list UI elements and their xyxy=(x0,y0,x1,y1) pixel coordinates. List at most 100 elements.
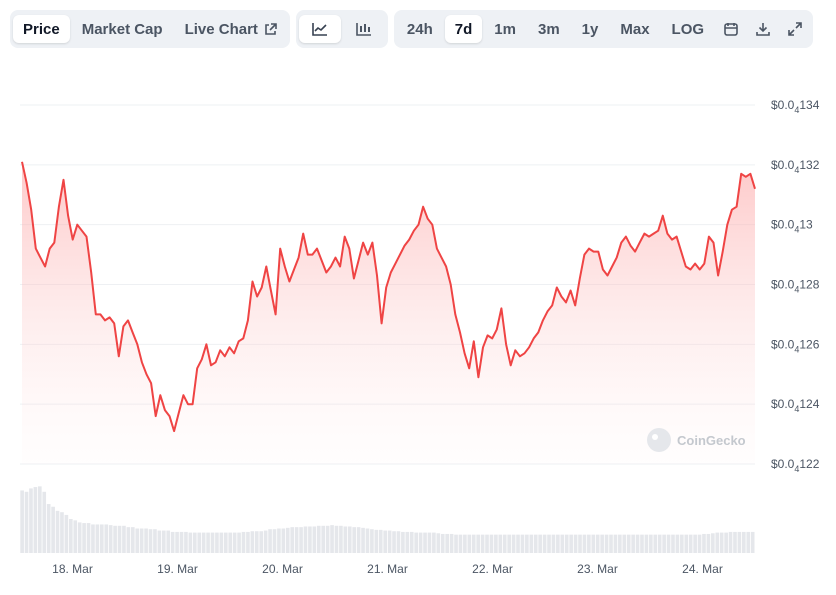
volume-bar xyxy=(91,524,95,553)
volume-bar xyxy=(569,534,573,553)
chart-toolbar: Price Market Cap Live Chart 24h 7d 1m 3m… xyxy=(10,10,814,48)
volume-bar xyxy=(511,534,516,553)
volume-bar xyxy=(370,529,374,553)
volume-bar xyxy=(250,531,255,553)
volume-bar xyxy=(184,531,188,553)
price-area xyxy=(22,161,755,465)
candlestick-chart-button[interactable] xyxy=(343,15,385,43)
download-button[interactable] xyxy=(748,15,778,43)
y-tick-label: $0.04132 xyxy=(771,158,820,175)
volume-bar xyxy=(432,532,436,553)
y-tick-digits: 132 xyxy=(799,158,819,172)
volume-bar xyxy=(77,522,82,553)
volume-bar xyxy=(365,528,370,553)
y-tick-prefix: $0.0 xyxy=(771,278,795,292)
range-3m[interactable]: 3m xyxy=(528,15,570,43)
volume-bar xyxy=(538,534,542,553)
candlestick-chart-icon xyxy=(356,22,372,36)
log-scale-toggle[interactable]: LOG xyxy=(662,15,715,43)
tab-price[interactable]: Price xyxy=(13,15,70,43)
x-axis-labels: 18. Mar 19. Mar 20. Mar 21. Mar 22. Mar 23. M… xyxy=(52,562,723,576)
expand-icon xyxy=(788,22,802,36)
volume-bar xyxy=(104,524,109,553)
view-tabs: Price Market Cap Live Chart xyxy=(10,10,290,48)
line-chart-button[interactable] xyxy=(298,15,341,43)
volume-bar xyxy=(529,534,534,553)
volume-bar xyxy=(299,527,303,553)
volume-bar xyxy=(343,526,348,553)
log-scale-label: LOG xyxy=(671,20,705,38)
volume-bar xyxy=(86,523,91,553)
tab-market-cap[interactable]: Market Cap xyxy=(72,15,173,43)
volume-bar xyxy=(378,529,383,553)
volume-bar xyxy=(556,534,560,553)
volume-bar xyxy=(374,529,379,553)
volume-bar xyxy=(440,533,445,553)
y-axis-labels: $0.04134$0.04132$0.0413$0.04128$0.04126$… xyxy=(771,98,820,474)
volume-bar xyxy=(587,534,591,553)
range-max[interactable]: Max xyxy=(610,15,659,43)
y-tick-digits: 124 xyxy=(799,397,819,411)
volume-bar xyxy=(108,525,113,553)
volume-bar xyxy=(361,527,365,553)
x-tick-label: 24. Mar xyxy=(682,562,723,576)
range-selector: 24h 7d 1m 3m 1y Max LOG xyxy=(393,10,814,48)
volume-bar xyxy=(277,528,281,553)
tab-live-chart[interactable]: Live Chart xyxy=(175,15,287,43)
volume-bar xyxy=(702,533,706,553)
volume-bar xyxy=(551,534,556,553)
volume-bar xyxy=(188,532,193,553)
fullscreen-button[interactable] xyxy=(780,15,810,43)
volume-bar xyxy=(657,534,662,553)
volume-bar xyxy=(135,528,140,553)
volume-bar xyxy=(591,534,596,553)
volume-bar xyxy=(724,532,728,553)
volume-bar xyxy=(449,533,454,553)
y-tick-label: $0.04126 xyxy=(771,337,820,354)
volume-bar xyxy=(405,531,410,553)
volume-bar xyxy=(312,526,317,553)
volume-bar xyxy=(494,534,498,553)
range-1y[interactable]: 1y xyxy=(572,15,609,43)
volume-bar xyxy=(268,529,272,553)
volume-bar xyxy=(179,531,184,553)
volume-bar xyxy=(24,491,29,553)
range-1m-label: 1m xyxy=(494,20,516,38)
y-tick-digits: 134 xyxy=(799,98,819,112)
volume-bar xyxy=(246,531,250,553)
y-tick-label: $0.04134 xyxy=(771,98,820,115)
download-icon xyxy=(756,22,770,36)
volume-bar xyxy=(334,525,339,553)
volume-bar xyxy=(197,532,202,553)
volume-bar xyxy=(498,534,503,553)
volume-bar xyxy=(55,510,60,553)
range-7d[interactable]: 7d xyxy=(444,15,483,43)
y-tick-prefix: $0.0 xyxy=(771,457,795,471)
volume-bar xyxy=(259,531,264,553)
volume-bar xyxy=(387,530,392,553)
y-tick-prefix: $0.0 xyxy=(771,98,795,112)
volume-bar xyxy=(715,532,720,553)
volume-bar xyxy=(737,531,742,553)
range-1m[interactable]: 1m xyxy=(484,15,526,43)
y-tick-label: $0.0413 xyxy=(771,218,813,235)
y-tick-prefix: $0.0 xyxy=(771,397,795,411)
volume-bar xyxy=(29,488,33,553)
volume-bar xyxy=(542,534,547,553)
volume-bar xyxy=(148,529,153,553)
y-tick-prefix: $0.0 xyxy=(771,218,795,232)
volume-bar xyxy=(281,528,286,553)
volume-bar xyxy=(206,532,210,553)
volume-bar xyxy=(272,529,277,553)
volume-bar xyxy=(489,534,494,553)
volume-bar xyxy=(467,534,472,553)
x-tick-label: 23. Mar xyxy=(577,562,618,576)
range-24h[interactable]: 24h xyxy=(397,15,443,43)
volume-bar xyxy=(622,534,627,553)
calendar-button[interactable] xyxy=(716,15,746,43)
volume-bar xyxy=(613,534,618,553)
volume-bar xyxy=(38,486,42,553)
volume-bar xyxy=(609,534,613,553)
volume-bar xyxy=(688,534,693,553)
y-tick-digits: 128 xyxy=(799,278,819,292)
